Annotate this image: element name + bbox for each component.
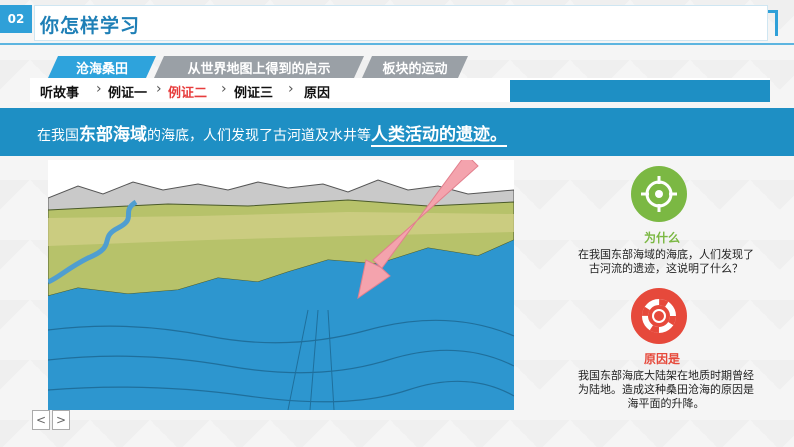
header-divider xyxy=(0,43,794,45)
reason-text-line: 我国东部海底大陆架在地质时期曾经 xyxy=(578,369,754,382)
statement-banner: 在我国东部海域的海底，人们发现了古河道及水井等人类活动的遗迹。 xyxy=(0,108,794,156)
reason-text: 我国东部海底大陆架在地质时期曾经 为陆地。造成这种桑田沧海的原因是 海平面的升降… xyxy=(560,369,772,411)
coast-illustration-svg xyxy=(48,160,514,410)
corner-decoration xyxy=(768,10,778,36)
why-circle xyxy=(631,166,687,222)
coast-illustration xyxy=(48,160,514,410)
page-title: 你怎样学习 xyxy=(40,15,141,37)
why-title: 为什么 xyxy=(644,231,681,245)
reason-text-line: 为陆地。造成这种桑田沧海的原因是 xyxy=(578,383,754,396)
step-example-1[interactable]: 例证一 xyxy=(108,82,147,101)
lifebuoy-icon xyxy=(642,299,676,333)
statement-part1: 在我国 xyxy=(37,128,79,144)
next-button[interactable]: > xyxy=(52,410,70,430)
tab-canghai-sangtian[interactable]: 沧海桑田 xyxy=(48,56,156,78)
page-header: 02 你怎样学习 xyxy=(0,0,794,46)
prev-button[interactable]: < xyxy=(32,410,50,430)
target-icon xyxy=(641,176,677,212)
tab-world-map[interactable]: 从世界地图上得到的启示 xyxy=(154,56,364,78)
statement-text: 在我国东部海域的海底，人们发现了古河道及水井等人类活动的遗迹。 xyxy=(37,120,507,147)
chevron-right-icon: › xyxy=(96,81,102,97)
why-text: 在我国东部海域的海底，人们发现了 古河流的遗迹，这说明了什么？ xyxy=(560,248,772,276)
chevron-right-icon: › xyxy=(288,81,294,97)
reason-title: 原因是 xyxy=(644,352,681,366)
statement-part2: 的海底，人们发现了古河道及水井等 xyxy=(147,128,371,144)
reason-text-line: 海平面的升降。 xyxy=(627,397,705,410)
title-box: 你怎样学习 xyxy=(34,5,768,41)
step-example-2[interactable]: 例证二 xyxy=(168,82,207,101)
chevron-right-icon: › xyxy=(156,81,162,97)
statement-highlight-east-sea: 东部海域 xyxy=(79,125,147,145)
step-bar: 听故事 › 例证一 › 例证二 › 例证三 › 原因 xyxy=(30,78,770,102)
step-example-3[interactable]: 例证三 xyxy=(234,82,273,101)
step-story[interactable]: 听故事 xyxy=(40,82,79,101)
reason-circle xyxy=(631,288,687,344)
tab-plate-movement[interactable]: 板块的运动 xyxy=(362,56,468,78)
section-number-badge: 02 xyxy=(0,5,32,33)
chevron-right-icon: › xyxy=(221,81,227,97)
statement-highlight-human-traces: 人类活动的遗迹。 xyxy=(371,125,507,147)
why-text-line: 古河流的遗迹，这说明了什么？ xyxy=(589,262,743,275)
why-text-line: 在我国东部海域的海底，人们发现了 xyxy=(578,248,754,261)
step-reason[interactable]: 原因 xyxy=(304,82,330,101)
